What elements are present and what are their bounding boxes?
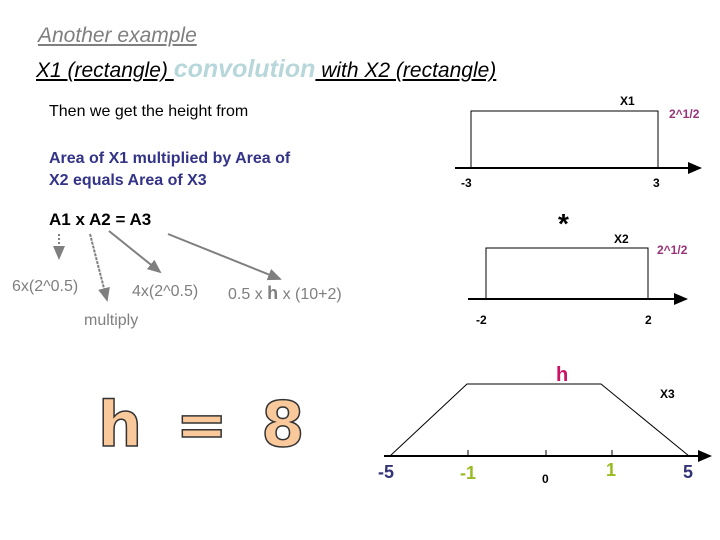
result-h-equals-8: h = 8: [97, 387, 311, 462]
x1-right-label: 3: [653, 176, 660, 190]
x3-tick-label: -5: [378, 462, 395, 482]
x3-tick-label: 0: [542, 472, 549, 486]
x2-name: X2: [614, 232, 629, 246]
x2-right-label: 2: [645, 313, 652, 327]
x1-graph: [455, 110, 702, 174]
x1-height-label: 2^1/2: [669, 107, 700, 121]
x2-graph: [468, 247, 688, 305]
arrow-multiply: [89, 233, 110, 302]
x2-left-label: -2: [476, 313, 487, 327]
x2-height-label: 2^1/2: [657, 243, 688, 257]
x1-left-label: -3: [461, 176, 472, 190]
x3-tick-label: 1: [606, 460, 617, 480]
x3-name: X3: [660, 387, 675, 401]
x3-tick-label: 5: [683, 462, 694, 482]
x3-height-label: h: [556, 364, 569, 386]
convolution-symbol: *: [558, 208, 569, 239]
x1-name: X1: [620, 94, 635, 108]
x3-trapezoid: [389, 383, 690, 457]
arrow-a2: [108, 230, 162, 274]
x1-rectangle: [470, 110, 659, 168]
arrow-a3: [167, 233, 282, 281]
x3-tick-label: -1: [460, 463, 477, 483]
x2-rectangle: [485, 247, 649, 299]
